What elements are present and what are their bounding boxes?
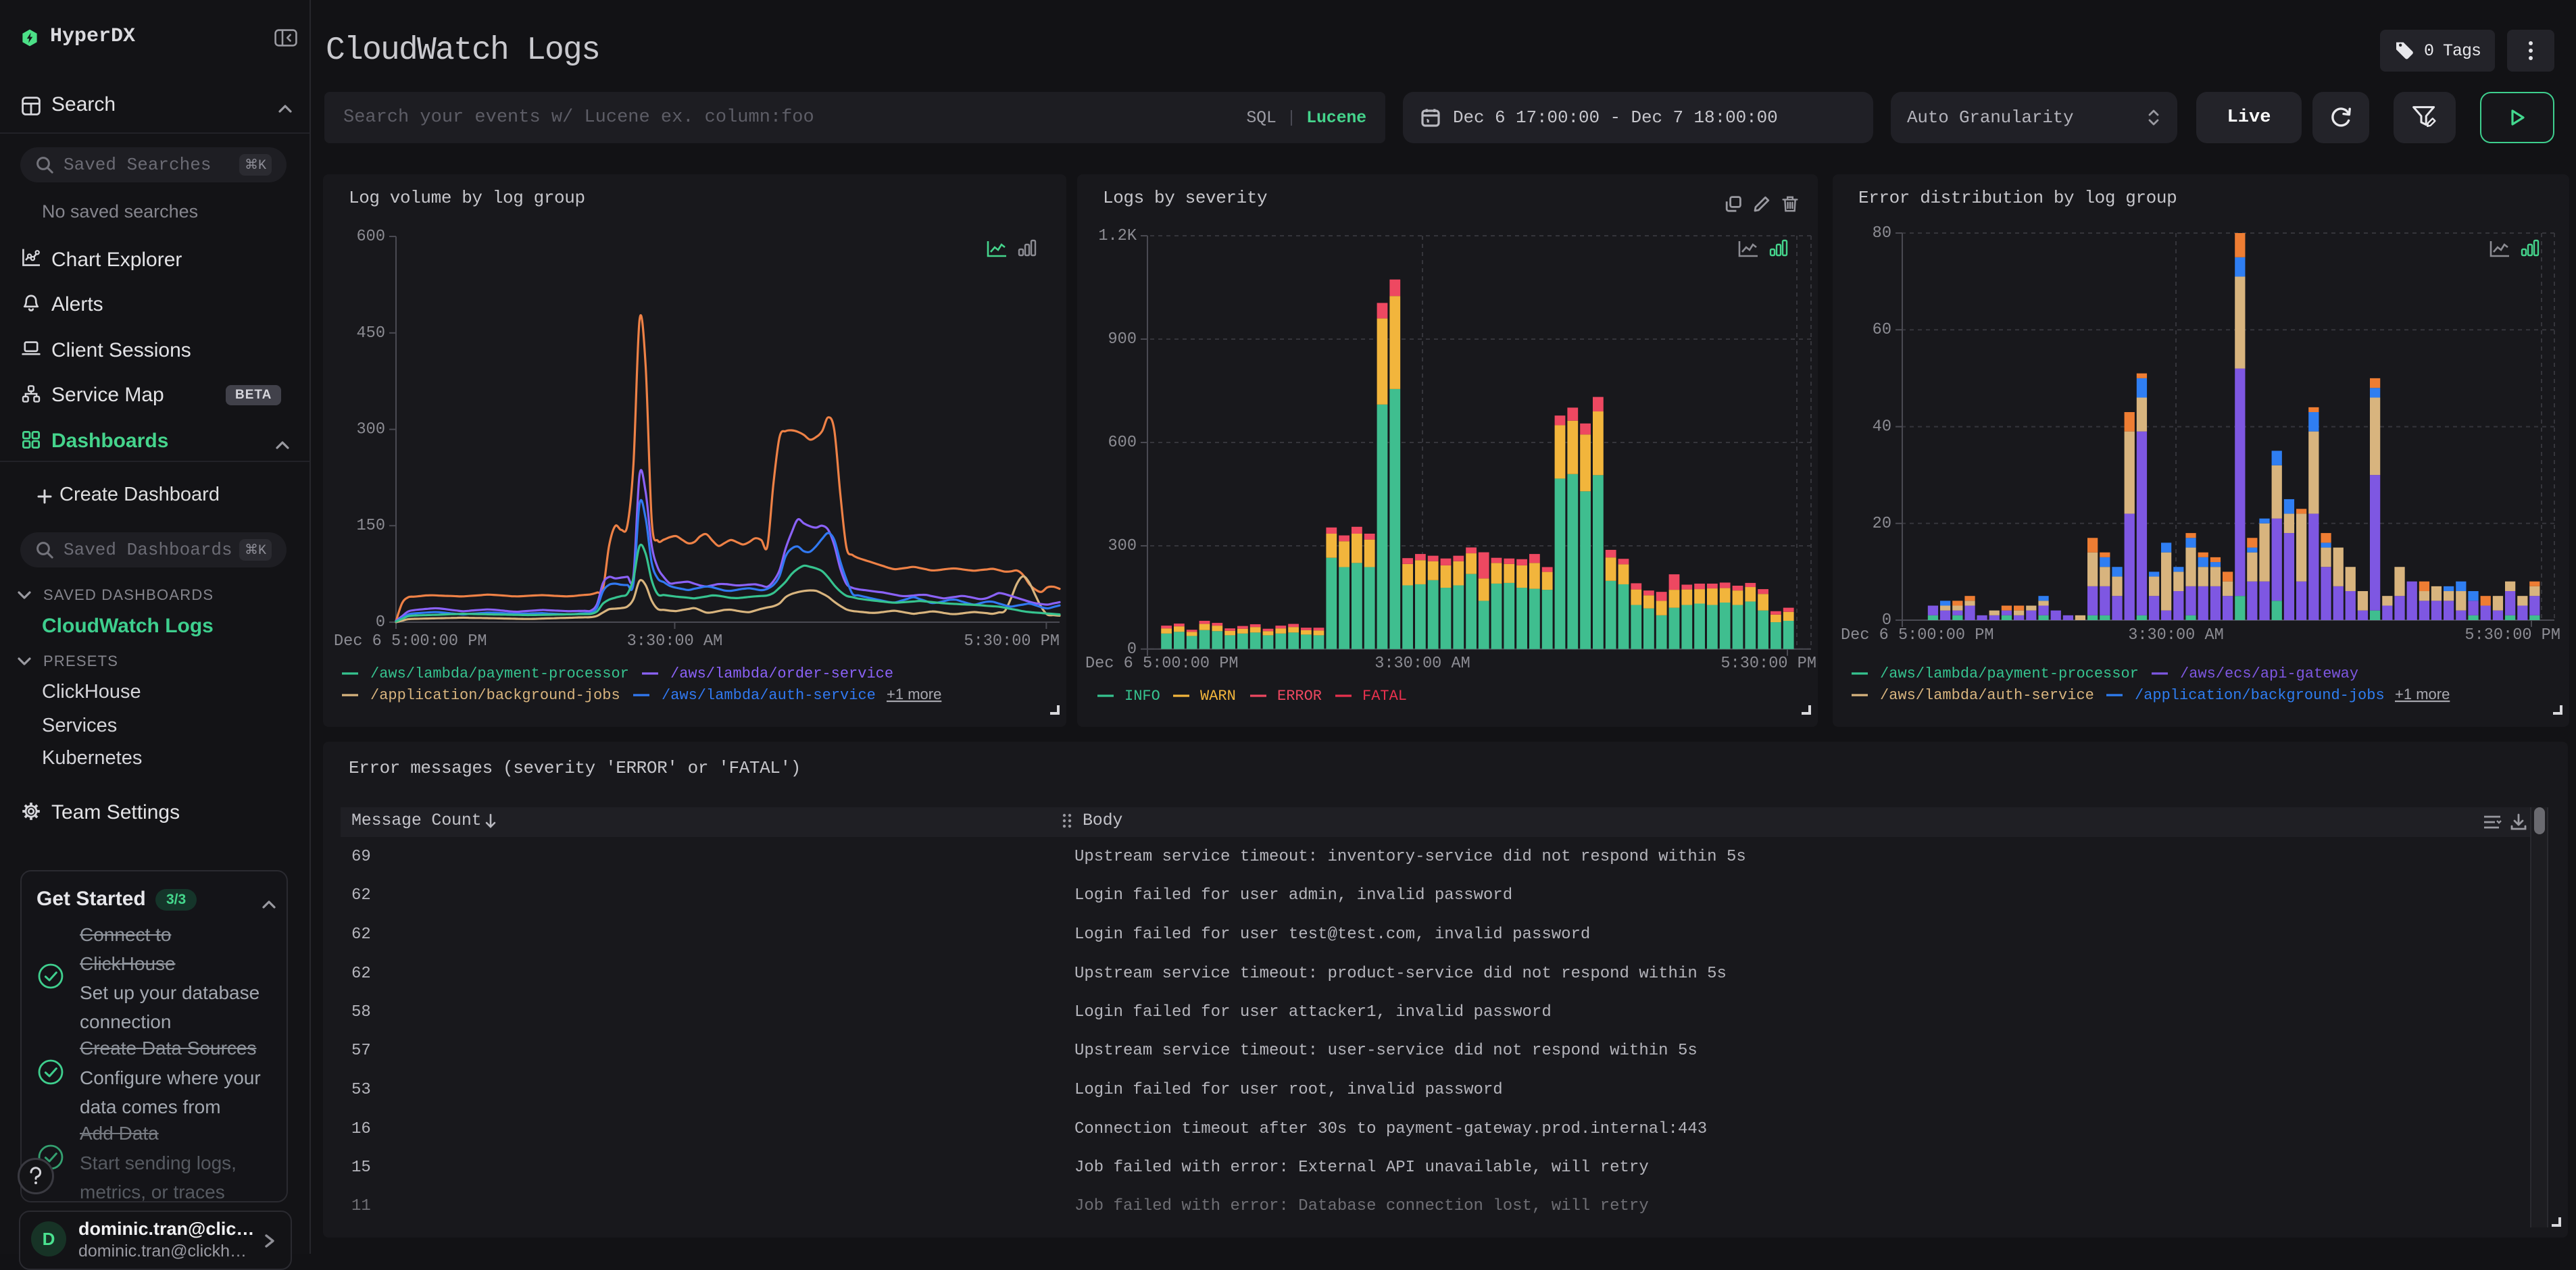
svg-text:INFO: INFO (1124, 688, 1160, 705)
svg-text:+1 more: +1 more (2395, 686, 2450, 703)
svg-text:600: 600 (357, 228, 385, 246)
svg-text:5:30:00 PM: 5:30:00 PM (2464, 626, 2560, 644)
svg-text:1.2K: 1.2K (1098, 227, 1137, 245)
svg-text:3:30:00 AM: 3:30:00 AM (627, 632, 723, 651)
svg-text:5:30:00 PM: 5:30:00 PM (1720, 655, 1816, 673)
svg-text:3:30:00 AM: 3:30:00 AM (2128, 626, 2224, 644)
svg-text:FATAL: FATAL (1362, 688, 1407, 705)
svg-text:450: 450 (357, 324, 385, 342)
svg-text:3:30:00 AM: 3:30:00 AM (1374, 655, 1470, 673)
svg-text:/application/background-jobs: /application/background-jobs (2135, 687, 2385, 704)
svg-text:150: 150 (357, 517, 385, 535)
svg-text:WARN: WARN (1200, 688, 1236, 705)
svg-text:/aws/lambda/order-service: /aws/lambda/order-service (670, 665, 893, 682)
svg-text:+1 more: +1 more (887, 686, 941, 703)
svg-text:20: 20 (1873, 515, 1891, 533)
svg-text:Dec 6 5:00:00 PM: Dec 6 5:00:00 PM (1085, 655, 1239, 673)
svg-text:600: 600 (1108, 434, 1137, 452)
svg-text:/application/background-jobs: /application/background-jobs (370, 687, 620, 704)
svg-text:/aws/lambda/auth-service: /aws/lambda/auth-service (662, 687, 876, 704)
svg-text:80: 80 (1873, 224, 1891, 243)
svg-text:/aws/lambda/auth-service: /aws/lambda/auth-service (1880, 687, 2094, 704)
svg-text:60: 60 (1873, 321, 1891, 339)
svg-text:Dec 6 5:00:00 PM: Dec 6 5:00:00 PM (1841, 626, 1994, 644)
svg-text:5:30:00 PM: 5:30:00 PM (964, 632, 1060, 651)
svg-text:900: 900 (1108, 330, 1137, 349)
svg-text:Dec 6 5:00:00 PM: Dec 6 5:00:00 PM (334, 632, 487, 651)
svg-text:0: 0 (376, 613, 385, 632)
svg-text:ERROR: ERROR (1277, 688, 1322, 705)
svg-text:/aws/lambda/payment-processor: /aws/lambda/payment-processor (370, 665, 629, 682)
svg-text:300: 300 (357, 421, 385, 439)
svg-text:300: 300 (1108, 537, 1137, 555)
svg-text:40: 40 (1873, 418, 1891, 436)
svg-text:/aws/lambda/payment-processor: /aws/lambda/payment-processor (1880, 665, 2139, 682)
svg-text:/aws/ecs/api-gateway: /aws/ecs/api-gateway (2180, 665, 2358, 682)
